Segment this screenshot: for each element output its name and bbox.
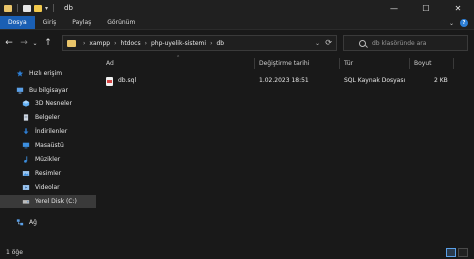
sidebar-item-music[interactable]: Müzikler [0,153,96,166]
sidebar-item-label: Videolar [35,184,60,191]
folder-icon [4,4,12,12]
sort-arrow-icon: ⌃ [176,55,181,61]
address-dropdown-icon[interactable]: ⌄ [315,40,320,47]
close-button[interactable]: ✕ [442,0,474,16]
network-icon [16,219,24,226]
breadcrumb-php-uyelik-sistemi[interactable]: php-uyelik-sistemi [151,40,206,47]
sidebar-item-label: Bu bilgisayar [29,87,68,94]
ribbon-tabs: Dosya Giriş Paylaş Görünüm ⌄ ? [0,16,474,30]
folder-icon [67,39,76,47]
column-divider[interactable] [453,58,454,69]
column-header-name[interactable]: Ad [106,57,114,69]
breadcrumb-db[interactable]: db [216,40,224,47]
navigation-bar: ← → ⌄ ↑ › xampp › htdocs › php-uyelik-si… [0,31,474,55]
computer-icon [16,87,24,94]
table-row[interactable]: db.sql 1.02.2023 18:51 SQL Kaynak Dosyas… [102,74,448,87]
address-bar[interactable]: › xampp › htdocs › php-uyelik-sistemi › … [62,35,337,51]
view-toggle [446,248,468,257]
ribbon-right-controls: ⌄ ? [449,16,468,30]
back-button[interactable]: ← [3,36,15,50]
navigation-pane: Hızlı erişim Bu bilgisayar 3D Nesneler B… [0,55,96,246]
file-list: ⌃ Ad Değiştirme tarihi Tür Boyut db.sql … [96,55,474,246]
chevron-right-icon[interactable]: › [145,40,147,47]
search-placeholder: db klasöründe ara [372,39,427,47]
documents-icon [23,114,29,121]
sidebar-item-pictures[interactable]: Resimler [0,167,96,180]
file-size: 2 KB [434,77,448,84]
tab-view[interactable]: Görünüm [99,16,143,29]
sidebar-item-videos[interactable]: Videolar [0,181,96,194]
file-name[interactable]: db.sql [118,77,136,84]
separator [17,4,18,12]
disk-icon [22,200,30,204]
properties-icon[interactable] [23,4,31,12]
pictures-icon [22,171,30,176]
sidebar-item-label: Resimler [35,170,62,177]
search-icon [359,39,366,47]
column-header-type[interactable]: Tür [344,57,353,69]
window-controls: — ☐ ✕ [378,0,474,16]
file-type: SQL Kaynak Dosyası [344,77,406,84]
customize-toolbar-icon[interactable]: ▾ [45,5,48,12]
chevron-right-icon[interactable]: › [114,40,116,47]
maximize-button[interactable]: ☐ [410,0,442,16]
help-icon[interactable]: ? [460,19,468,27]
sidebar-item-downloads[interactable]: İndirilenler [0,125,96,138]
details-view-button[interactable] [446,248,456,257]
sidebar-item-label: Müzikler [35,156,61,163]
video-icon [22,185,30,190]
separator [53,4,55,12]
download-icon [23,128,29,135]
sidebar-item-this-pc[interactable]: Bu bilgisayar [0,84,96,97]
breadcrumb-xampp[interactable]: xampp [89,40,110,47]
sidebar-item-3d-objects[interactable]: 3D Nesneler [0,97,96,110]
column-header-date-modified[interactable]: Değiştirme tarihi [259,57,309,69]
search-input[interactable]: db klasöründe ara [343,35,468,51]
sidebar-item-label: Masaüstü [35,142,64,149]
quick-access-toolbar: ▾ [4,4,56,12]
title-bar: ▾ db — ☐ ✕ [0,0,474,16]
tab-file[interactable]: Dosya [0,16,35,29]
column-divider[interactable] [339,58,340,69]
sidebar-item-documents[interactable]: Belgeler [0,111,96,124]
sidebar-item-label: İndirilenler [35,128,68,135]
recent-locations-button[interactable]: ⌄ [31,36,39,50]
sidebar-item-local-disk[interactable]: Yerel Disk (C:) [0,195,96,208]
breadcrumb-htdocs[interactable]: htdocs [121,40,141,47]
sidebar-item-label: Belgeler [35,114,60,121]
music-icon [24,156,28,163]
sql-file-icon [106,77,113,86]
up-button[interactable]: ↑ [42,36,54,50]
tab-home[interactable]: Giriş [35,16,65,29]
window-title: db [64,4,73,12]
sidebar-item-network[interactable]: Ağ [0,216,96,229]
status-bar: 1 öğe [0,246,474,259]
sidebar-item-desktop[interactable]: Masaüstü [0,139,96,152]
file-date-modified: 1.02.2023 18:51 [259,77,309,84]
new-folder-icon[interactable] [34,4,42,12]
refresh-button[interactable]: ⟳ [325,38,332,47]
chevron-right-icon[interactable]: › [83,40,85,47]
expand-ribbon-icon[interactable]: ⌄ [449,20,454,27]
column-divider[interactable] [254,58,255,69]
sidebar-item-label: Yerel Disk (C:) [35,198,77,205]
tab-share[interactable]: Paylaş [64,16,99,29]
star-icon [16,70,24,77]
item-count: 1 öğe [6,249,23,256]
column-header-size[interactable]: Boyut [414,57,432,69]
sidebar-item-label: Ağ [29,219,37,226]
desktop-icon [22,142,30,149]
forward-button[interactable]: → [18,36,30,50]
sidebar-item-label: 3D Nesneler [35,100,72,107]
cube-icon [22,100,30,107]
column-divider[interactable] [409,58,410,69]
chevron-right-icon[interactable]: › [210,40,212,47]
sidebar-item-quick-access[interactable]: Hızlı erişim [0,67,96,80]
minimize-button[interactable]: — [378,0,410,16]
sidebar-item-label: Hızlı erişim [29,70,63,77]
large-icons-view-button[interactable] [458,248,468,257]
